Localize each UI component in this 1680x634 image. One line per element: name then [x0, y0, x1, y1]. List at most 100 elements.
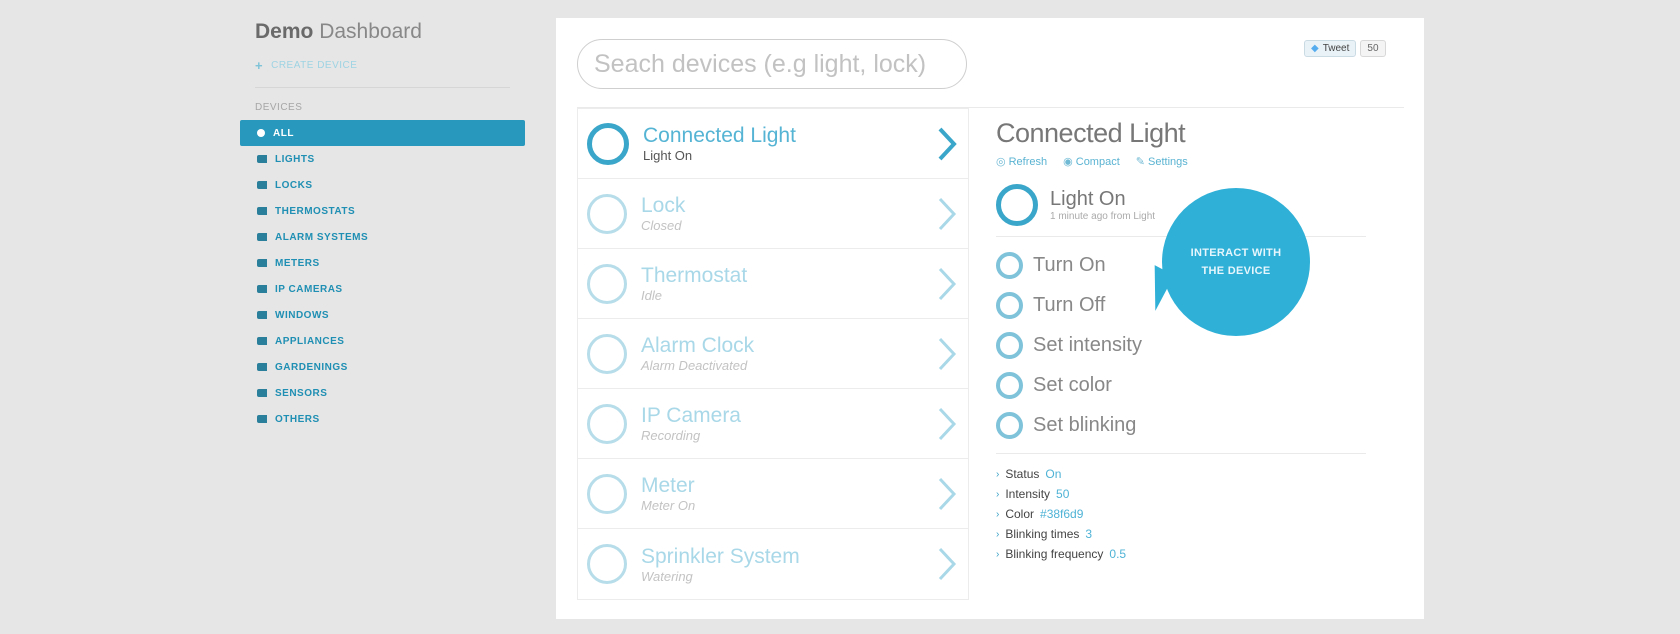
property-list: › Status On › Intensity 50 › Color #38f6d9 › Bl…: [996, 464, 1396, 564]
device-list: Connected Light Light On Lock Closed The…: [577, 108, 969, 600]
tag-icon: [257, 363, 267, 371]
sidebar-item-alarm-systems[interactable]: ALARM SYSTEMS: [240, 224, 525, 250]
state-ring-icon: [996, 184, 1038, 226]
sidebar-item-gardenings[interactable]: GARDENINGS: [240, 354, 525, 380]
device-item-lock[interactable]: Lock Closed: [578, 179, 968, 249]
tag-icon: [257, 415, 267, 423]
state-name: Light On: [1050, 188, 1126, 210]
device-status-ring-icon: [587, 193, 627, 234]
create-device-label: CREATE DEVICE: [271, 60, 358, 71]
sidebar-item-meters[interactable]: METERS: [240, 250, 525, 276]
tag-icon: [257, 207, 267, 215]
chevron-right-icon: [938, 407, 957, 441]
device-name: Connected Light: [643, 124, 796, 147]
tag-icon: [257, 181, 267, 189]
sidebar-item-lights[interactable]: LIGHTS: [240, 146, 525, 172]
tag-icon: [257, 259, 267, 267]
device-item-alarm-clock[interactable]: Alarm Clock Alarm Deactivated: [578, 319, 968, 389]
tweet-count: 50: [1360, 40, 1386, 57]
sidebar: Demo Dashboard + CREATE DEVICE DEVICES A…: [240, 20, 525, 432]
sidebar-item-others[interactable]: OTHERS: [240, 406, 525, 432]
action-ring-icon: [996, 371, 1023, 399]
device-status-ring-icon: [587, 473, 627, 514]
device-item-thermostat[interactable]: Thermostat Idle: [578, 249, 968, 319]
plus-icon: +: [255, 58, 264, 73]
caret-right-icon: ›: [996, 488, 1000, 500]
device-status: Idle: [641, 288, 662, 303]
action-set-blinking[interactable]: Set blinking: [996, 405, 1396, 445]
pencil-icon: ✎: [1135, 156, 1145, 168]
device-name: IP Camera: [641, 404, 741, 427]
action-set-intensity[interactable]: Set intensity: [996, 325, 1396, 365]
compact-link[interactable]: ◉ Compact: [1063, 155, 1120, 168]
caret-right-icon: ›: [996, 468, 1000, 480]
device-name: Meter: [641, 474, 695, 497]
property-blinking-frequency[interactable]: › Blinking frequency 0.5: [996, 544, 1396, 564]
device-status: Watering: [641, 568, 693, 584]
action-set-color[interactable]: Set color: [996, 365, 1396, 405]
refresh-icon: ◎: [996, 156, 1006, 168]
property-intensity[interactable]: › Intensity 50: [996, 484, 1396, 504]
devices-heading: DEVICES: [255, 102, 303, 113]
settings-link[interactable]: ✎ Settings: [1136, 155, 1188, 168]
device-item-meter[interactable]: Meter Meter On: [578, 459, 968, 529]
device-item-connected-light[interactable]: Connected Light Light On: [578, 109, 968, 179]
device-status-ring-icon: [587, 333, 627, 374]
chevron-right-icon: [938, 477, 957, 511]
device-status-ring-icon: [587, 403, 627, 444]
app-title: Demo Dashboard: [255, 20, 422, 43]
device-status-ring-icon: [587, 122, 629, 165]
detail-links: ◎ Refresh ◉ Compact ✎ Settings: [996, 155, 1396, 168]
chevron-right-icon: [938, 197, 957, 231]
device-name: Sprinkler System: [641, 544, 800, 568]
device-status: Recording: [641, 428, 701, 443]
device-status-ring-icon: [587, 263, 627, 304]
chevron-right-icon: [938, 337, 957, 371]
caret-right-icon: ›: [996, 528, 1000, 540]
sidebar-item-sensors[interactable]: SENSORS: [240, 380, 525, 406]
action-ring-icon: [996, 411, 1023, 439]
tweet-button[interactable]: ◆ Tweet: [1304, 40, 1357, 57]
tag-icon: [257, 311, 267, 319]
divider: [255, 87, 510, 88]
device-item-ip-camera[interactable]: IP Camera Recording: [578, 389, 968, 459]
device-status: Light On: [643, 148, 693, 163]
device-status-ring-icon: [587, 544, 627, 584]
device-category-nav: ALL LIGHTS LOCKS THERMOSTATS ALARM SYSTE…: [240, 120, 525, 432]
device-status: Closed: [641, 218, 682, 233]
caret-right-icon: ›: [996, 548, 1000, 560]
tag-icon: [257, 337, 267, 345]
action-ring-icon: [996, 291, 1023, 319]
device-name: Thermostat: [641, 264, 748, 287]
state-timestamp: 1 minute ago from Light: [1050, 211, 1156, 222]
action-ring-icon: [996, 251, 1023, 279]
device-item-sprinkler-system[interactable]: Sprinkler System Watering: [578, 529, 968, 599]
property-color[interactable]: › Color #38f6d9: [996, 504, 1396, 524]
tag-icon: [257, 389, 267, 397]
sidebar-item-appliances[interactable]: APPLIANCES: [240, 328, 525, 354]
tag-icon: [257, 285, 267, 293]
tag-icon: [257, 233, 267, 241]
tweet-widget: ◆ Tweet 50: [1304, 40, 1386, 57]
refresh-link[interactable]: ◎ Refresh: [996, 155, 1047, 168]
sidebar-item-thermostats[interactable]: THERMOSTATS: [240, 198, 525, 224]
sidebar-item-windows[interactable]: WINDOWS: [240, 302, 525, 328]
divider: [996, 453, 1366, 454]
interact-tooltip: INTERACT WITH THE DEVICE: [1162, 188, 1310, 336]
property-status[interactable]: › Status On: [996, 464, 1396, 484]
device-name: Alarm Clock: [641, 334, 755, 357]
device-status: Alarm Deactivated: [641, 358, 748, 373]
sidebar-item-locks[interactable]: LOCKS: [240, 172, 525, 198]
detail-title: Connected Light: [996, 118, 1186, 148]
device-status: Meter On: [641, 498, 696, 513]
tag-icon: [257, 129, 265, 137]
tag-icon: [257, 155, 267, 163]
action-ring-icon: [996, 331, 1023, 359]
device-name: Lock: [641, 194, 686, 217]
create-device-link[interactable]: + CREATE DEVICE: [255, 58, 525, 73]
sidebar-item-ip-cameras[interactable]: IP CAMERAS: [240, 276, 525, 302]
property-blinking-times[interactable]: › Blinking times 3: [996, 524, 1396, 544]
search-input[interactable]: [577, 39, 967, 89]
sidebar-item-all[interactable]: ALL: [240, 120, 525, 146]
main-panel: ◆ Tweet 50 Connected Light Light On Lock…: [556, 18, 1424, 619]
